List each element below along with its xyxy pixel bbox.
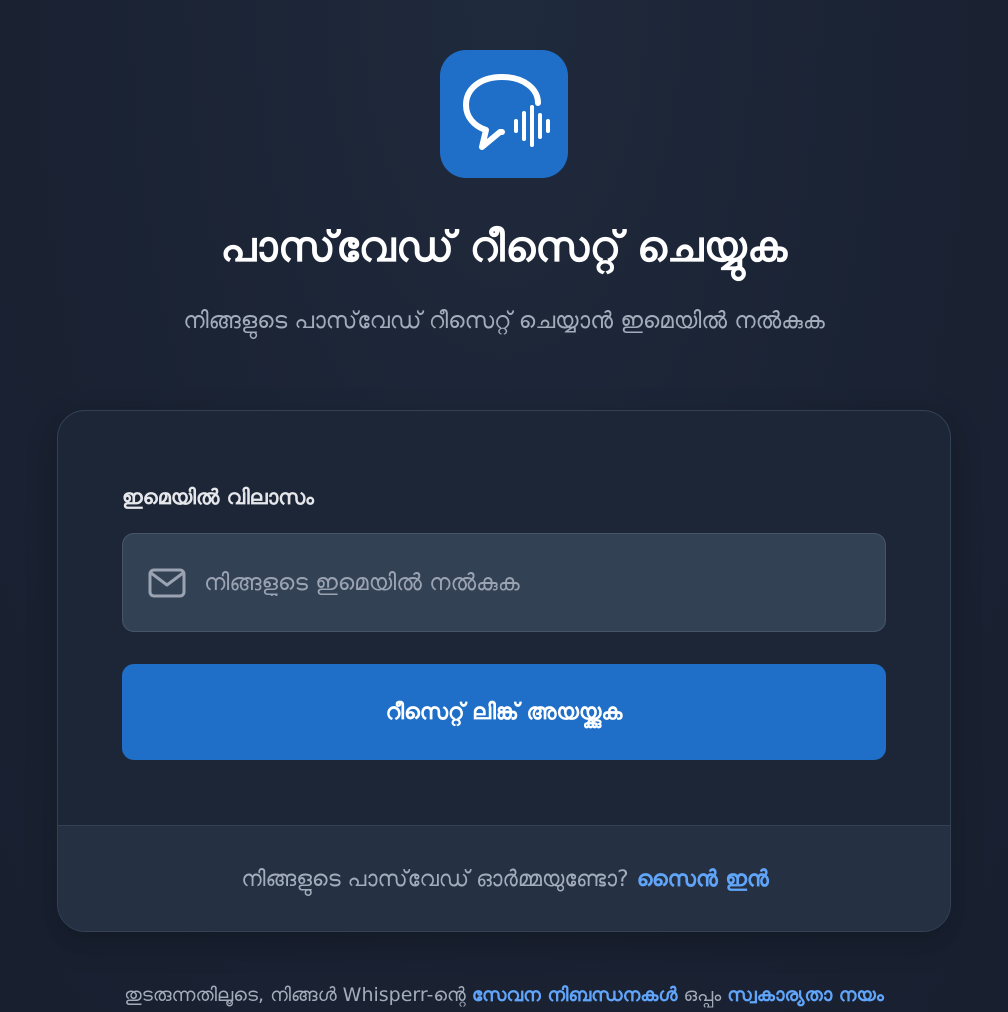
legal-prefix: തുടരുന്നതിലൂടെ, നിങ്ങൾ Whisperr-ന്റെ bbox=[124, 984, 466, 1006]
page-title: പാസ്‌വേഡ് റീസെറ്റ് ചെയ്യുക bbox=[220, 222, 788, 271]
chat-bubble-waveform-icon bbox=[463, 74, 550, 150]
legal-notice: തുടരുന്നതിലൂടെ, നിങ്ങൾ Whisperr-ന്റെ സേവ… bbox=[0, 984, 1008, 1006]
email-input[interactable] bbox=[204, 534, 885, 631]
card-footer: നിങ്ങളുടെ പാസ്‌വേഡ് ഓർമ്മയുണ്ടോ? സൈൻ ഇൻ bbox=[58, 825, 950, 931]
privacy-link[interactable]: സ്വകാര്യതാ നയം bbox=[727, 984, 884, 1006]
page-subtitle: നിങ്ങളുടെ പാസ്‌വേഡ് റീസെറ്റ് ചെയ്യാൻ ഇമെ… bbox=[183, 308, 825, 334]
reset-card: ഇമെയിൽ വിലാസം റീസെറ്റ് ലിങ്ക് അയയ്ക്കുക … bbox=[57, 410, 951, 932]
send-reset-link-button[interactable]: റീസെറ്റ് ലിങ്ക് അയയ്ക്കുക bbox=[122, 664, 886, 760]
legal-conjunction: ഒപ്പം bbox=[683, 984, 722, 1006]
remember-password-prompt: നിങ്ങളുടെ പാസ്‌വേഡ് ഓർമ്മയുണ്ടോ? bbox=[241, 867, 629, 892]
terms-link[interactable]: സേവന നിബന്ധനകൾ bbox=[472, 984, 678, 1006]
sign-in-link[interactable]: സൈൻ ഇൻ bbox=[637, 867, 769, 892]
email-label: ഇമെയിൽ വിലാസം bbox=[122, 485, 314, 509]
mail-icon bbox=[148, 568, 186, 598]
app-logo bbox=[440, 50, 568, 178]
email-field-wrapper[interactable] bbox=[122, 533, 886, 632]
